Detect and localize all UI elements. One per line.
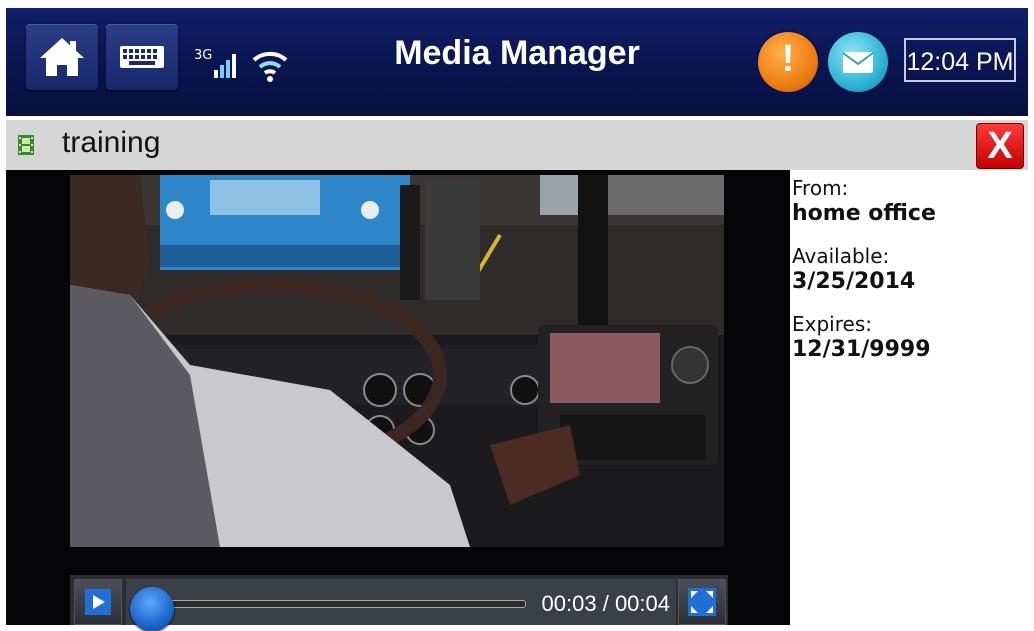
from-value: home office bbox=[792, 201, 936, 226]
available-value: 3/25/2014 bbox=[792, 269, 916, 294]
seek-line bbox=[136, 600, 526, 608]
video-still-image bbox=[70, 175, 724, 547]
alert-button[interactable]: ! bbox=[758, 32, 818, 92]
time-display: 00:03 / 00:04 bbox=[541, 591, 670, 616]
play-button[interactable] bbox=[74, 579, 122, 625]
mail-button[interactable] bbox=[828, 32, 888, 92]
seek-knob[interactable] bbox=[130, 587, 174, 631]
from-label: From: bbox=[792, 176, 849, 200]
fullscreen-icon bbox=[688, 588, 716, 616]
fullscreen-button[interactable] bbox=[678, 579, 726, 625]
media-title-bar: training X bbox=[6, 120, 1028, 170]
seek-track[interactable]: 00:03 / 00:04 bbox=[126, 579, 676, 631]
video-frame[interactable] bbox=[70, 175, 724, 547]
close-button[interactable]: X bbox=[976, 123, 1024, 169]
play-icon bbox=[85, 589, 111, 615]
available-label: Available: bbox=[792, 244, 890, 268]
media-details: From: home office Available: 3/25/2014 E… bbox=[792, 176, 936, 380]
player-controls: 00:03 / 00:04 bbox=[70, 575, 728, 631]
clock: 12:04 PM bbox=[904, 38, 1016, 82]
media-title: training bbox=[62, 126, 161, 159]
mail-icon bbox=[842, 52, 874, 73]
header-bar: 3G Media Manager ! 12:04 PM bbox=[6, 8, 1028, 116]
alert-icon: ! bbox=[781, 38, 795, 80]
film-icon bbox=[18, 135, 34, 155]
expires-label: Expires: bbox=[792, 312, 872, 336]
expires-value: 12/31/9999 bbox=[792, 337, 931, 362]
